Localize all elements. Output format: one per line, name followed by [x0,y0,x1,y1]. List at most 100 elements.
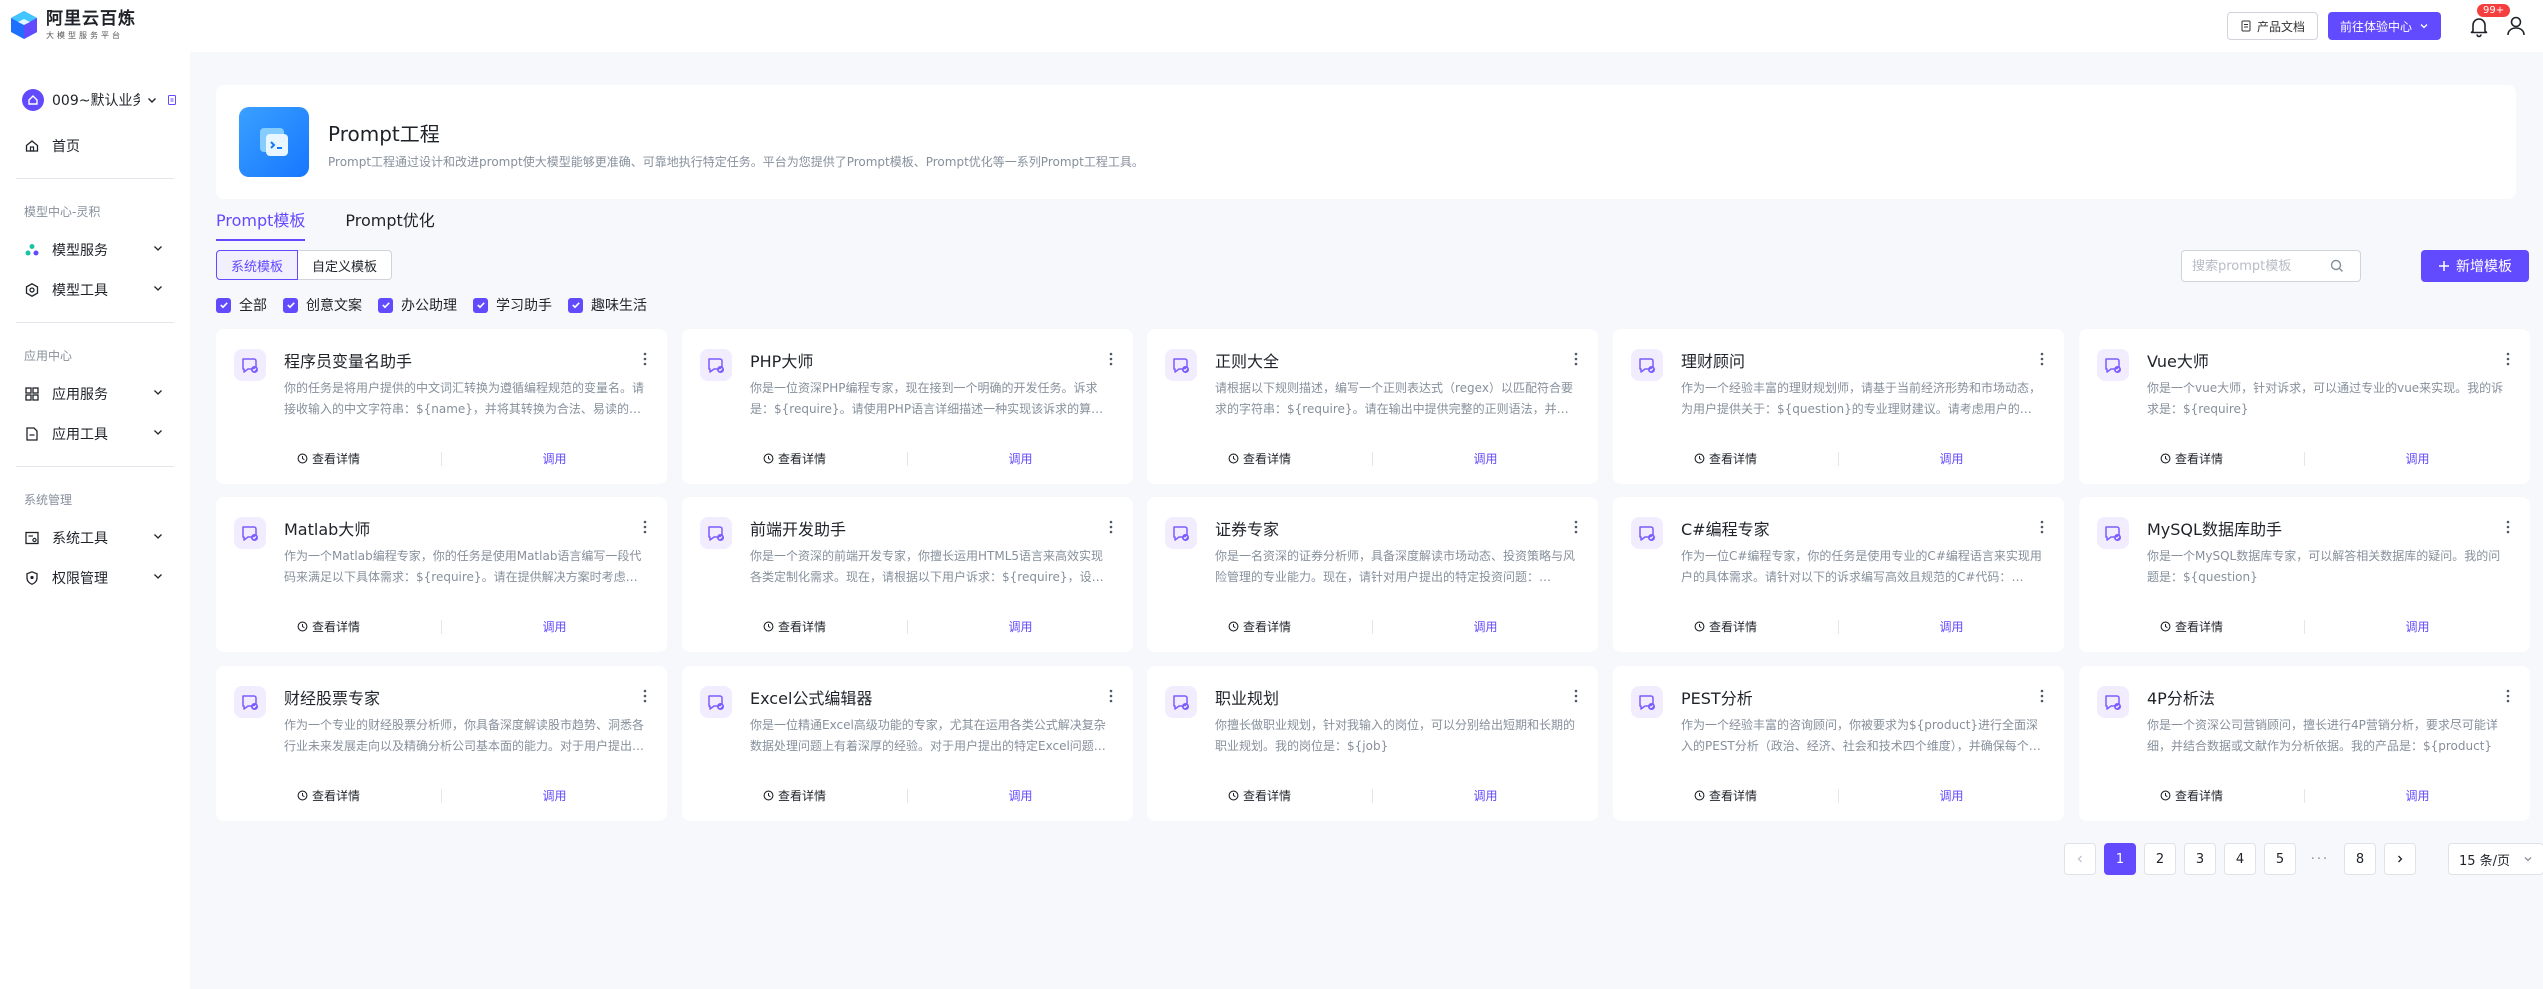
more-options-icon[interactable] [1574,688,1578,707]
view-details-button[interactable]: 查看详情 [682,450,907,467]
sidebar-item-permissions[interactable]: 权限管理 [24,568,164,588]
experience-center-button[interactable]: 前往体验中心 [2327,12,2441,40]
call-button[interactable]: 调用 [1839,787,2064,804]
copy-icon[interactable] [166,94,178,106]
template-card[interactable]: PHP大师 你是一位资深PHP编程专家，现在接到一个明确的开发任务。诉求是：${r… [682,329,1133,484]
tab-prompt-templates[interactable]: Prompt模板 [216,207,306,241]
call-button[interactable]: 调用 [1373,450,1598,467]
custom-templates-button[interactable]: 自定义模板 [298,250,393,280]
search-icon[interactable] [2330,259,2344,273]
page-ellipsis[interactable]: ··· [2304,843,2336,875]
more-options-icon[interactable] [643,688,647,707]
call-button[interactable]: 调用 [442,787,667,804]
template-card[interactable]: MySQL数据库助手 你是一个MySQL数据库专家，可以解答相关数据库的疑问。我的… [2079,497,2530,652]
view-details-button[interactable]: 查看详情 [1613,787,1838,804]
template-card[interactable]: 程序员变量名助手 你的任务是将用户提供的中文词汇转换为遵循编程规范的变量名。请接收… [216,329,667,484]
view-details-button[interactable]: 查看详情 [2079,787,2304,804]
template-title: C#编程专家 [1681,520,1770,539]
template-card[interactable]: 证券专家 你是一名资深的证券分析师，具备深度解读市场动态、投资策略与风险管理的专业… [1147,497,1598,652]
view-details-button[interactable]: 查看详情 [216,450,441,467]
page-button[interactable]: 1 [2104,843,2136,875]
brand-logo[interactable]: 阿里云百炼 大模型服务平台 [10,10,136,40]
view-details-button[interactable]: 查看详情 [1147,618,1372,635]
template-card[interactable]: 前端开发助手 你是一个资深的前端开发专家，你擅长运用HTML5语言来高效实现各类定… [682,497,1133,652]
filter-study-checkbox[interactable]: 学习助手 [473,295,552,315]
template-card[interactable]: Vue大师 你是一个vue大师，针对诉求，可以通过专业的vue来实现。我的诉求是：… [2079,329,2530,484]
more-options-icon[interactable] [1109,351,1113,370]
sidebar-item-label: 模型工具 [52,283,108,299]
notification-button[interactable]: 99+ [2467,4,2511,38]
view-details-button[interactable]: 查看详情 [682,618,907,635]
filter-fun-checkbox[interactable]: 趣味生活 [568,295,647,315]
call-button[interactable]: 调用 [1839,450,2064,467]
more-options-icon[interactable] [2040,688,2044,707]
sidebar-item-model-service[interactable]: 模型服务 [24,240,164,260]
more-options-icon[interactable] [643,351,647,370]
prev-page-button[interactable] [2064,843,2096,875]
filter-office-checkbox[interactable]: 办公助理 [378,295,457,315]
more-options-icon[interactable] [1109,519,1113,538]
call-button[interactable]: 调用 [442,450,667,467]
next-page-button[interactable] [2384,843,2416,875]
view-details-button[interactable]: 查看详情 [1147,450,1372,467]
call-button[interactable]: 调用 [1839,618,2064,635]
template-card[interactable]: 理财顾问 作为一个经验丰富的理财规划师，请基于当前经济形势和市场动态，为用户提供关… [1613,329,2064,484]
call-button[interactable]: 调用 [1373,618,1598,635]
workspace-selector[interactable]: 009~默认业务空间 [22,89,178,111]
more-options-icon[interactable] [2040,519,2044,538]
tab-prompt-optimize[interactable]: Prompt优化 [345,207,434,241]
view-details-button[interactable]: 查看详情 [1613,450,1838,467]
filter-creative-checkbox[interactable]: 创意文案 [283,295,362,315]
call-button[interactable]: 调用 [1373,787,1598,804]
search-input[interactable] [2192,258,2330,274]
call-button[interactable]: 调用 [2305,618,2530,635]
more-options-icon[interactable] [2040,351,2044,370]
prompt-template-icon [700,517,732,549]
sidebar-item-model-tools[interactable]: 模型工具 [24,280,164,300]
more-options-icon[interactable] [2506,519,2510,538]
call-button[interactable]: 调用 [442,618,667,635]
sidebar-item-app-tools[interactable]: 应用工具 [24,424,164,444]
template-card[interactable]: 职业规划 你擅长做职业规划，针对我输入的岗位，可以分别给出短期和长期的职业规划。我… [1147,666,1598,821]
page-button[interactable]: 5 [2264,843,2296,875]
sidebar-item-app-service[interactable]: 应用服务 [24,384,164,404]
call-button[interactable]: 调用 [908,618,1133,635]
view-details-button[interactable]: 查看详情 [1613,618,1838,635]
template-card[interactable]: Matlab大师 作为一个Matlab编程专家，你的任务是使用Matlab语言编写… [216,497,667,652]
sidebar-item-system-tools[interactable]: 系统工具 [24,528,164,548]
view-details-button[interactable]: 查看详情 [216,787,441,804]
template-card[interactable]: PEST分析 作为一个经验丰富的咨询顾问，你被要求为${product}进行全面深… [1613,666,2064,821]
call-button[interactable]: 调用 [908,450,1133,467]
page-button[interactable]: 8 [2344,843,2376,875]
template-card[interactable]: C#编程专家 作为一位C#编程专家，你的任务是使用专业的C#编程语言来实现用户的具… [1613,497,2064,652]
product-docs-button[interactable]: 产品文档 [2226,12,2318,40]
more-options-icon[interactable] [2506,351,2510,370]
view-details-button[interactable]: 查看详情 [682,787,907,804]
template-card[interactable]: 4P分析法 你是一个资深公司营销顾问，擅长进行4P营销分析，要求尽可能详细，并结合… [2079,666,2530,821]
view-details-button[interactable]: 查看详情 [2079,450,2304,467]
call-button[interactable]: 调用 [2305,450,2530,467]
system-templates-button[interactable]: 系统模板 [216,250,299,280]
more-options-icon[interactable] [1574,519,1578,538]
user-icon[interactable] [2505,15,2527,37]
page-button[interactable]: 3 [2184,843,2216,875]
more-options-icon[interactable] [2506,688,2510,707]
view-details-button[interactable]: 查看详情 [1147,787,1372,804]
template-card[interactable]: Excel公式编辑器 你是一位精通Excel高级功能的专家，尤其在运用各类公式解决… [682,666,1133,821]
filter-all-checkbox[interactable]: 全部 [216,295,267,315]
view-details-button[interactable]: 查看详情 [216,618,441,635]
page-size-select[interactable]: 15 条/页 [2448,843,2543,875]
call-button[interactable]: 调用 [2305,787,2530,804]
call-button[interactable]: 调用 [908,787,1133,804]
more-options-icon[interactable] [1574,351,1578,370]
sidebar-item-home[interactable]: 首页 [24,136,164,156]
chevron-down-icon [2524,857,2532,862]
view-details-button[interactable]: 查看详情 [2079,618,2304,635]
page-button[interactable]: 2 [2144,843,2176,875]
page-button[interactable]: 4 [2224,843,2256,875]
more-options-icon[interactable] [643,519,647,538]
add-template-button[interactable]: 新增模板 [2421,250,2529,282]
more-options-icon[interactable] [1109,688,1113,707]
template-card[interactable]: 财经股票专家 作为一个专业的财经股票分析师，你具备深度解读股市趋势、洞悉各行业未来… [216,666,667,821]
template-card[interactable]: 正则大全 请根据以下规则描述，编写一个正则表达式（regex）以匹配符合要求的字符… [1147,329,1598,484]
